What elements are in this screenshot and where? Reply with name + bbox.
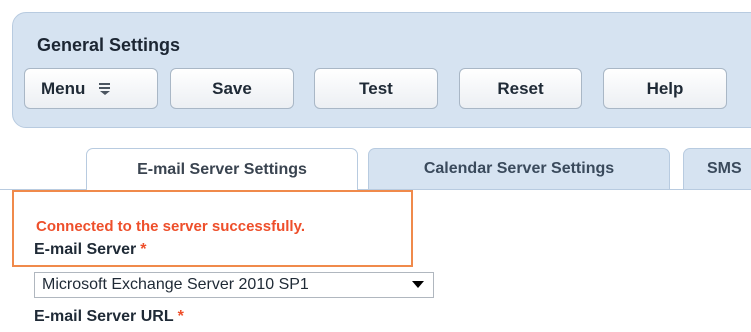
general-settings-panel: General Settings Menu Save Test Reset He…: [12, 12, 751, 128]
email-server-selected-value: Microsoft Exchange Server 2010 SP1: [42, 276, 309, 293]
reset-button[interactable]: Reset: [459, 68, 582, 109]
email-server-select[interactable]: Microsoft Exchange Server 2010 SP1: [34, 272, 434, 298]
tab-calendar-server-settings[interactable]: Calendar Server Settings: [368, 148, 670, 189]
tab-email-server-settings[interactable]: E-mail Server Settings: [86, 148, 358, 190]
help-button[interactable]: Help: [603, 68, 727, 109]
email-server-label: E-mail Server *: [34, 241, 147, 259]
email-server-url-label: E-mail Server URL *: [34, 308, 184, 326]
menu-button-label: Menu: [41, 78, 86, 98]
test-button[interactable]: Test: [314, 68, 438, 109]
email-server-url-label-text: E-mail Server URL: [34, 308, 174, 325]
email-server-label-text: E-mail Server: [34, 241, 137, 258]
email-server-required-marker: *: [140, 241, 147, 258]
save-button[interactable]: Save: [170, 68, 294, 109]
email-server-url-required-marker: *: [177, 308, 184, 325]
dropdown-arrow-icon: [412, 281, 424, 288]
tab-sms[interactable]: SMS: [683, 148, 751, 189]
menu-button[interactable]: Menu: [24, 68, 158, 109]
page-title: General Settings: [37, 35, 181, 55]
alert-message: Connected to the server successfully.: [36, 218, 305, 235]
menu-icon: [99, 82, 111, 95]
